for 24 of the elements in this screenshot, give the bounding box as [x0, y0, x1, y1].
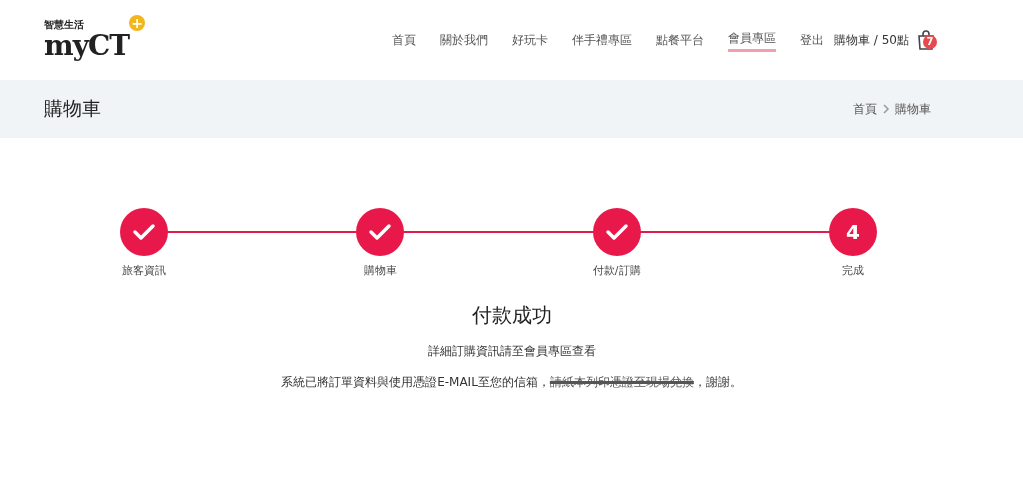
- breadcrumb-link[interactable]: 購物車: [895, 100, 931, 118]
- success-title: 付款成功: [470, 302, 553, 329]
- chevron-icon: [882, 104, 890, 114]
- step-label: 旅客資訊: [122, 263, 166, 278]
- logo[interactable]: 智慧生活 myCT: [44, 19, 130, 61]
- plus-badge: +: [129, 15, 146, 31]
- nav-link[interactable]: 登出: [800, 29, 825, 51]
- nav-link[interactable]: 首頁: [392, 29, 417, 51]
- nav-link[interactable]: 伴手禮專區: [572, 29, 633, 51]
- nav-link[interactable]: 好玩卡: [512, 29, 549, 51]
- nav-link[interactable]: 關於我們: [440, 29, 489, 51]
- cart-count: 7: [923, 35, 937, 49]
- cart-link[interactable]: 購物車 / 50點: [834, 31, 909, 49]
- nav-link[interactable]: 點餐平台: [656, 29, 705, 51]
- step-label: 付款/訂購: [592, 263, 641, 278]
- breadcrumb-link[interactable]: 首頁: [853, 100, 877, 118]
- message-text: 系統已將訂單資料與使用憑證E-MAIL至您的信箱，請紙本列印憑證至現場兌換，謝謝。: [280, 374, 743, 391]
- step-number: 4: [829, 208, 877, 256]
- step-label: 完成: [842, 263, 864, 278]
- info-text: 詳細訂購資訊請至會員專區查看: [426, 343, 597, 360]
- step-label: 購物車: [363, 263, 397, 278]
- nav-link[interactable]: 會員專區: [728, 28, 777, 52]
- page-title: 購物車: [44, 96, 101, 121]
- shopping-bag-icon[interactable]: [917, 29, 935, 51]
